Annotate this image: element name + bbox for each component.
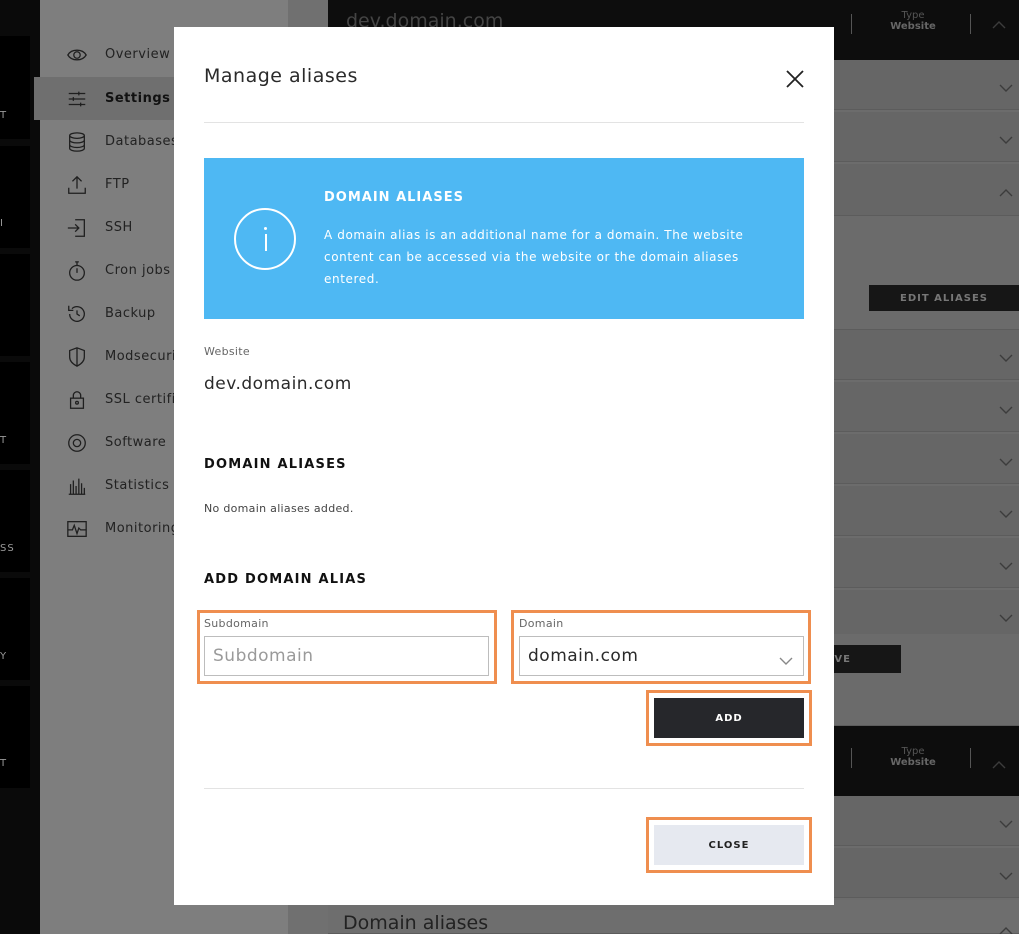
info-text: A domain alias is an additional name for… xyxy=(324,228,744,286)
chevron-down-icon xyxy=(999,866,1013,885)
dialog-title: Manage aliases xyxy=(204,65,358,87)
info-title: DOMAIN ALIASES xyxy=(324,190,464,205)
shield-icon xyxy=(66,346,88,368)
sidebar-item-label: Cron jobs xyxy=(105,263,171,278)
sliders-icon xyxy=(66,88,88,110)
add-alias-heading: ADD DOMAIN ALIAS xyxy=(204,572,368,587)
subdomain-label: Subdomain xyxy=(204,617,269,630)
divider xyxy=(204,788,804,789)
chevron-down-icon xyxy=(999,608,1013,627)
target-icon xyxy=(66,432,88,454)
info-banner: DOMAIN ALIASES A domain alias is an addi… xyxy=(204,158,804,319)
pulse-icon xyxy=(66,518,88,540)
chevron-down-icon xyxy=(999,556,1013,575)
divider xyxy=(204,122,804,123)
section-title: Domain aliases xyxy=(343,912,489,934)
sidebar-item-label: SSH xyxy=(105,220,133,235)
close-icon[interactable] xyxy=(783,67,807,91)
website-label: Website xyxy=(204,345,250,358)
sidebar-item-label: Databases xyxy=(105,134,179,149)
domain-aliases-heading: DOMAIN ALIASES xyxy=(204,457,347,472)
sidebar-item-label: Backup xyxy=(105,306,156,321)
rail-block xyxy=(0,254,30,356)
domain-select[interactable]: domain.com xyxy=(519,636,804,676)
eye-icon xyxy=(66,44,88,66)
website-type: Type Website xyxy=(890,10,936,32)
rail-label: SS xyxy=(0,543,15,554)
chevron-up-icon xyxy=(999,920,1013,934)
sidebar-item-label: Statistics xyxy=(105,478,170,493)
rail-label: T xyxy=(0,758,8,769)
sidebar-item-label: Settings xyxy=(105,91,171,106)
sidebar-item-label: Modsecuri xyxy=(105,349,177,364)
rail-label: T xyxy=(0,110,8,121)
database-icon xyxy=(66,131,88,153)
close-button[interactable]: CLOSE xyxy=(654,825,804,865)
rail-block xyxy=(0,362,30,464)
bar-chart-icon xyxy=(66,475,88,497)
chevron-down-icon xyxy=(999,452,1013,471)
rail-label: Y xyxy=(0,651,8,662)
left-rail: T I T SS Y T xyxy=(0,0,40,934)
header-divider xyxy=(970,14,971,34)
sidebar-item-label: Monitoring xyxy=(105,521,180,536)
domain-select-value: domain.com xyxy=(528,646,639,666)
chevron-down-icon xyxy=(999,814,1013,833)
manage-aliases-dialog: Manage aliases DOMAIN ALIASES A domain a… xyxy=(174,27,834,905)
chevron-down-icon xyxy=(999,348,1013,367)
sidebar-item-label: Overview xyxy=(105,47,171,62)
login-icon xyxy=(66,217,88,239)
rail-block xyxy=(0,686,30,788)
chevron-up-icon xyxy=(999,182,1013,201)
rail-block xyxy=(0,470,30,572)
rail-block xyxy=(0,578,30,680)
domain-label: Domain xyxy=(519,617,564,630)
no-aliases-message: No domain aliases added. xyxy=(204,502,354,515)
header-divider xyxy=(970,748,971,768)
rail-block xyxy=(0,146,30,248)
sidebar-item-label: SSL certifi xyxy=(105,392,176,407)
info-icon xyxy=(234,208,296,270)
rail-label: T xyxy=(0,435,8,446)
chevron-down-icon xyxy=(999,130,1013,149)
website-value: dev.domain.com xyxy=(204,374,352,394)
upload-icon xyxy=(66,174,88,196)
chevron-up-icon[interactable] xyxy=(992,754,1006,773)
rail-block xyxy=(0,36,30,139)
chevron-down-icon xyxy=(999,400,1013,419)
add-button[interactable]: ADD xyxy=(654,698,804,738)
chevron-down-icon xyxy=(779,651,793,671)
history-icon xyxy=(66,303,88,325)
sidebar-item-label: Software xyxy=(105,435,167,450)
chevron-up-icon[interactable] xyxy=(992,14,1006,33)
chevron-down-icon xyxy=(999,504,1013,523)
subdomain-input[interactable] xyxy=(204,636,489,676)
rail-label: I xyxy=(0,218,4,229)
sidebar-item-label: FTP xyxy=(105,177,130,192)
website-type: Type Website xyxy=(890,746,936,768)
header-divider xyxy=(851,14,852,34)
chevron-down-icon xyxy=(999,78,1013,97)
header-divider xyxy=(851,748,852,768)
edit-aliases-button[interactable]: EDIT ALIASES xyxy=(869,285,1019,311)
lock-icon xyxy=(66,389,88,411)
stopwatch-icon xyxy=(66,260,88,282)
